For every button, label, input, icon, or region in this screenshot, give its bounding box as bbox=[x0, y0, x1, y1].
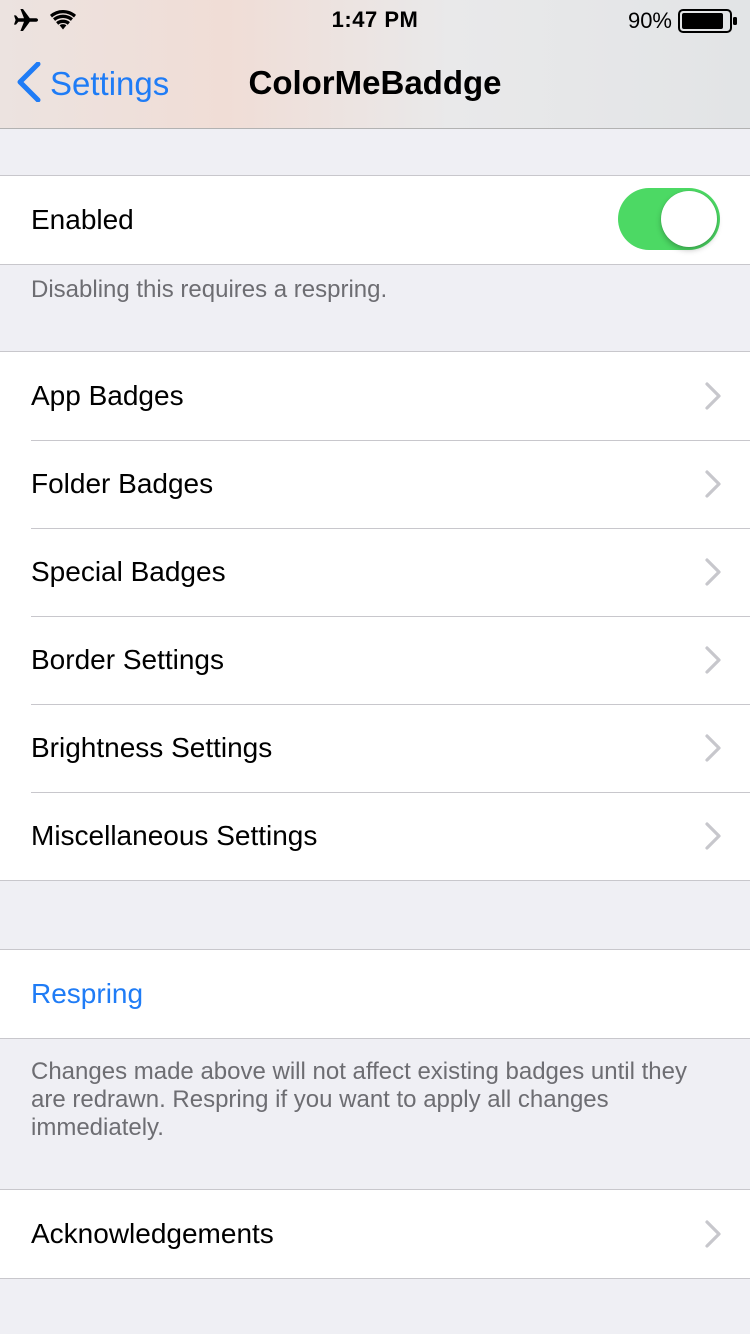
list-item-app-badges[interactable]: App Badges bbox=[0, 352, 750, 440]
list-item-acknowledgements[interactable]: Acknowledgements bbox=[0, 1190, 750, 1278]
chevron-right-icon bbox=[705, 734, 721, 762]
list-item-label: Acknowledgements bbox=[31, 1218, 274, 1249]
list-item-label: App Badges bbox=[31, 380, 184, 411]
badges-group: App Badges Folder Badges Special Badges … bbox=[0, 351, 750, 881]
page-title: ColorMeBaddge bbox=[248, 64, 502, 101]
respring-group: Respring bbox=[0, 949, 750, 1039]
list-item-label: Special Badges bbox=[31, 556, 226, 587]
respring-button[interactable]: Respring bbox=[0, 950, 750, 1038]
list-item-label: Miscellaneous Settings bbox=[31, 820, 318, 851]
navigation-bar: Settings ColorMeBaddge bbox=[0, 40, 750, 128]
status-right: 90% bbox=[628, 8, 738, 34]
enabled-toggle[interactable] bbox=[618, 188, 720, 250]
battery-icon bbox=[678, 9, 738, 33]
list-item-brightness-settings[interactable]: Brightness Settings bbox=[0, 704, 750, 792]
status-bar: 1:47 PM 90% bbox=[0, 0, 750, 40]
enabled-footer: Disabling this requires a respring. bbox=[31, 276, 388, 303]
chevron-right-icon bbox=[705, 470, 721, 498]
respring-label: Respring bbox=[31, 978, 144, 1009]
enabled-group: Enabled bbox=[0, 175, 750, 265]
chevron-right-icon bbox=[705, 822, 721, 850]
chevron-right-icon bbox=[705, 1220, 721, 1248]
chevron-right-icon bbox=[705, 646, 721, 674]
list-item-label: Folder Badges bbox=[31, 468, 214, 499]
enabled-row: Enabled bbox=[0, 176, 750, 264]
respring-footer: Changes made above will not affect exist… bbox=[31, 1058, 687, 1141]
enabled-label: Enabled bbox=[31, 204, 134, 235]
list-item-border-settings[interactable]: Border Settings bbox=[0, 616, 750, 704]
list-item-label: Border Settings bbox=[31, 644, 224, 675]
acknowledgements-group: Acknowledgements bbox=[0, 1189, 750, 1279]
list-item-miscellaneous-settings[interactable]: Miscellaneous Settings bbox=[0, 792, 750, 880]
chevron-right-icon bbox=[705, 558, 721, 586]
battery-percent: 90% bbox=[627, 8, 672, 33]
list-item-special-badges[interactable]: Special Badges bbox=[0, 528, 750, 616]
list-item-label: Brightness Settings bbox=[31, 732, 273, 763]
chevron-right-icon bbox=[705, 382, 721, 410]
list-item-folder-badges[interactable]: Folder Badges bbox=[0, 440, 750, 528]
toggle-knob bbox=[661, 191, 717, 247]
top-bar: 1:47 PM 90% Settings ColorMeBaddge bbox=[0, 0, 750, 129]
